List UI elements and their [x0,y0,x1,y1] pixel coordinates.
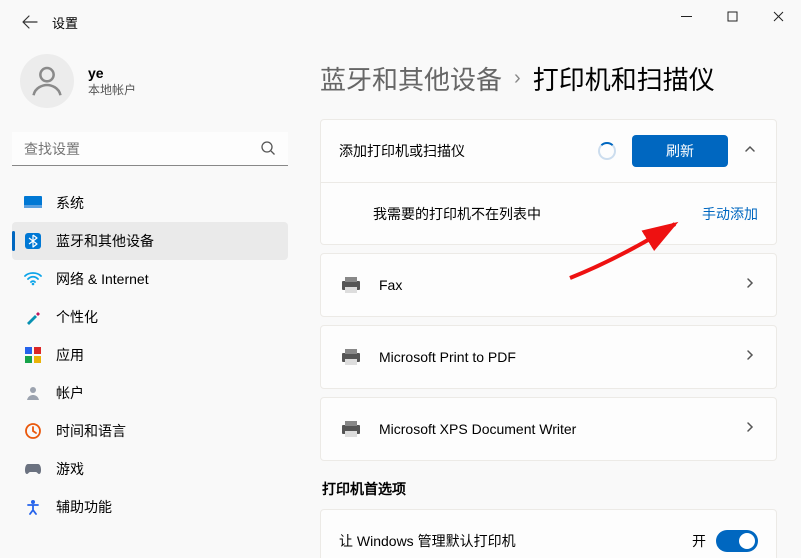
nav-label: 系统 [56,193,84,213]
chevron-right-icon: › [514,67,521,90]
nav-label: 辅助功能 [56,497,112,517]
nav-accounts[interactable]: 帐户 [12,374,288,412]
printer-icon [339,348,363,366]
printer-name: Fax [379,277,728,293]
nav-personalization[interactable]: 个性化 [12,298,288,336]
minimize-icon [681,11,692,22]
nav-label: 蓝牙和其他设备 [56,231,154,251]
nav-accessibility[interactable]: 辅助功能 [12,488,288,526]
refresh-button[interactable]: 刷新 [632,135,728,167]
nav-label: 帐户 [56,383,84,403]
arrow-left-icon [22,14,38,30]
printer-name: Microsoft XPS Document Writer [379,421,728,437]
printer-pdf[interactable]: Microsoft Print to PDF [320,325,777,389]
gaming-icon [24,460,42,478]
profile-name: ye [88,65,136,81]
search [12,132,288,166]
default-printer-toggle[interactable] [716,530,758,552]
account-icon [24,384,42,402]
window-controls [663,0,801,32]
printer-xps[interactable]: Microsoft XPS Document Writer [320,397,777,461]
avatar [20,54,74,108]
printer-icon [339,420,363,438]
back-button[interactable] [14,6,46,38]
window-title: 设置 [52,13,78,32]
breadcrumb: 蓝牙和其他设备 › 打印机和扫描仪 [320,60,777,97]
titlebar: 设置 [0,0,801,44]
bluetooth-icon [24,232,42,250]
sidebar: ye 本地帐户 系统 蓝牙和其他设备 网络 & Internet 个性化 应用 … [0,44,300,558]
add-printer-label: 添加打印机或扫描仪 [339,141,582,161]
apps-icon [24,346,42,364]
nav-system[interactable]: 系统 [12,184,288,222]
wifi-icon [24,270,42,288]
spinner-icon [598,142,616,160]
maximize-button[interactable] [709,0,755,32]
nav-bluetooth[interactable]: 蓝牙和其他设备 [12,222,288,260]
accessibility-icon [24,498,42,516]
breadcrumb-parent[interactable]: 蓝牙和其他设备 [320,60,502,97]
chevron-right-icon [744,420,758,438]
add-printer-row: 添加打印机或扫描仪 刷新 [321,120,776,182]
nav-gaming[interactable]: 游戏 [12,450,288,488]
not-listed-row: 我需要的打印机不在列表中 手动添加 [321,182,776,244]
search-icon[interactable] [260,140,276,161]
default-printer-card: 让 Windows 管理默认打印机 开 [320,509,777,558]
printer-fax[interactable]: Fax [320,253,777,317]
maximize-icon [727,11,738,22]
close-button[interactable] [755,0,801,32]
printer-name: Microsoft Print to PDF [379,349,728,365]
nav-label: 时间和语言 [56,421,126,441]
minimize-button[interactable] [663,0,709,32]
chevron-right-icon [744,276,758,294]
profile-account: 本地帐户 [88,81,136,98]
nav-label: 个性化 [56,307,98,327]
profile[interactable]: ye 本地帐户 [12,44,288,126]
prefs-heading: 打印机首选项 [322,479,777,499]
toggle-wrap: 开 [692,530,758,552]
not-listed-label: 我需要的打印机不在列表中 [373,204,686,224]
nav-time[interactable]: 时间和语言 [12,412,288,450]
profile-text: ye 本地帐户 [88,65,136,98]
system-icon [24,194,42,212]
person-icon [28,62,66,100]
toggle-state: 开 [692,531,706,551]
close-icon [773,11,784,22]
clock-icon [24,422,42,440]
nav-label: 网络 & Internet [56,269,149,289]
breadcrumb-current: 打印机和扫描仪 [533,60,715,97]
printer-icon [339,276,363,294]
brush-icon [24,308,42,326]
manual-add-link[interactable]: 手动添加 [702,204,758,224]
chevron-up-icon[interactable] [744,142,758,160]
add-printer-card: 添加打印机或扫描仪 刷新 我需要的打印机不在列表中 手动添加 [320,119,777,245]
nav-label: 游戏 [56,459,84,479]
nav-network[interactable]: 网络 & Internet [12,260,288,298]
chevron-right-icon [744,348,758,366]
nav-apps[interactable]: 应用 [12,336,288,374]
default-printer-label: 让 Windows 管理默认打印机 [339,531,676,551]
nav-label: 应用 [56,345,84,365]
main: 蓝牙和其他设备 › 打印机和扫描仪 添加打印机或扫描仪 刷新 我需要的打印机不在… [300,44,801,558]
nav: 系统 蓝牙和其他设备 网络 & Internet 个性化 应用 帐户 时间和语言… [12,184,288,526]
search-input[interactable] [12,132,288,166]
